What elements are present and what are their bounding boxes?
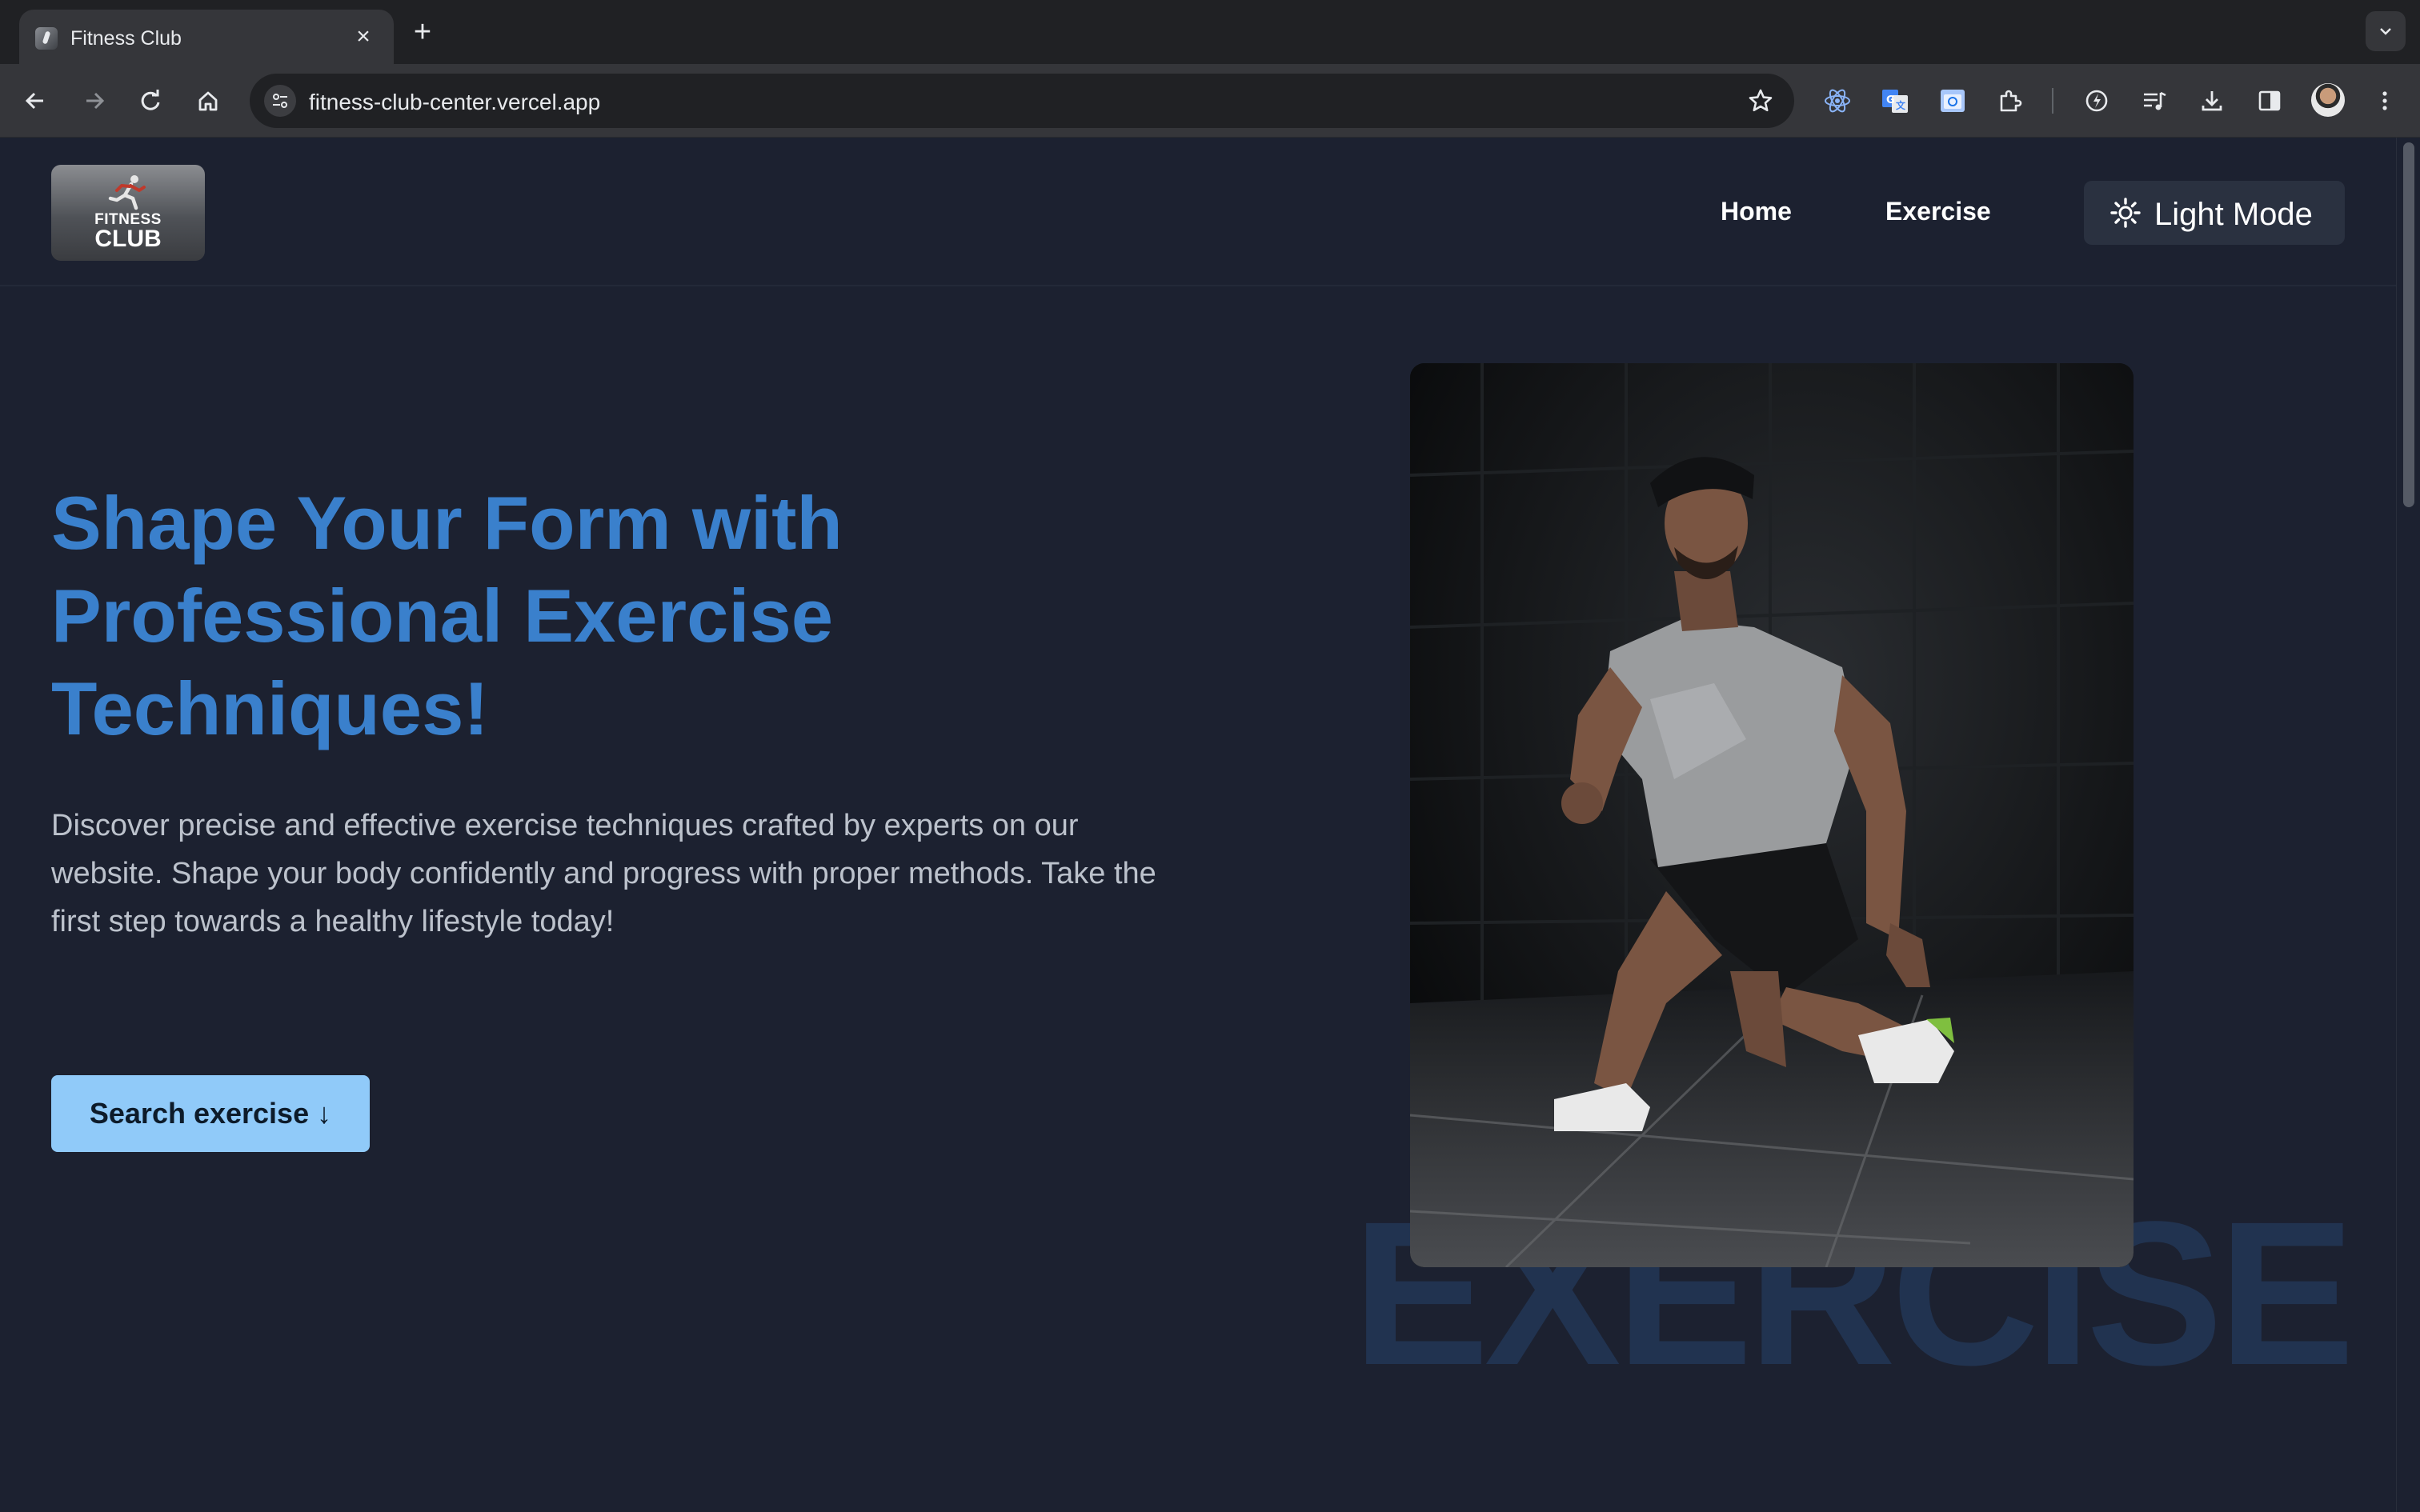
svg-text:G: G [1886,94,1895,106]
home-button[interactable] [190,83,226,118]
forward-button[interactable] [77,83,112,118]
nav-link-home[interactable]: Home [1721,197,1792,226]
react-devtools-icon [1825,89,1850,113]
runner-icon [108,175,146,210]
browser-tab-strip: Fitness Club × + [0,0,2420,64]
tab-title: Fitness Club [70,27,182,50]
screenshot-extension[interactable] [1937,85,1969,117]
reload-icon [141,90,160,110]
site-settings-icon [273,94,287,108]
browser-tab[interactable]: Fitness Club × [19,10,394,64]
logo-text-club: CLUB [94,226,162,252]
site-header: FITNESS CLUB Home Exercise Light Mode [0,138,2396,286]
browser-menu-button[interactable] [2369,85,2401,117]
bookmark-button[interactable] [1745,85,1777,117]
toolbar-separator [2052,88,2053,114]
extensions-button[interactable] [1994,85,2026,117]
nav-link-exercise[interactable]: Exercise [1885,197,1991,226]
download-icon [2202,91,2222,111]
light-mode-label: Light Mode [2154,197,2313,232]
site-settings-button[interactable] [264,85,296,117]
back-button[interactable] [18,83,53,118]
light-mode-button[interactable]: Light Mode [2084,181,2345,245]
side-panel-icon [2258,90,2281,111]
close-tab-icon[interactable]: × [347,21,379,53]
translate-extension[interactable]: G 文 [1879,85,1911,117]
page-viewport: FITNESS CLUB Home Exercise Light Mode Sh… [0,138,2396,1512]
forward-icon [86,92,105,110]
hero-image [1410,363,2134,1267]
translate-icon: G 文 [1882,90,1908,113]
home-icon [198,91,218,111]
page-scrollbar[interactable] [2396,138,2420,1512]
menu-icon [2382,91,2387,110]
screenshot-icon [1941,90,1965,112]
new-tab-button[interactable]: + [407,16,439,48]
performance-button[interactable] [2081,85,2113,117]
scrollbar-thumb[interactable] [2403,142,2414,507]
star-icon [1749,89,1773,112]
extensions-icon [2000,90,2022,112]
tab-search-button[interactable] [2366,11,2406,51]
search-exercise-button[interactable]: Search exercise ↓ [51,1075,370,1152]
react-devtools-extension[interactable] [1821,85,1853,117]
url-text[interactable]: fitness-club-center.vercel.app [309,90,600,115]
hero-description: Discover precise and effective exercise … [51,809,1156,938]
site-logo[interactable]: FITNESS CLUB [51,165,205,261]
hero-title: Shape Your Form with Professional Exerci… [51,481,843,750]
browser-toolbar: fitness-club-center.vercel.app G 文 [0,64,2420,138]
reading-list-button[interactable] [2138,85,2170,117]
svg-text:文: 文 [1896,99,1906,111]
address-bar[interactable]: fitness-club-center.vercel.app [250,74,1794,128]
sun-icon [2110,198,2141,228]
performance-icon [2085,90,2108,112]
reading-list-icon [2144,91,2166,110]
reload-button[interactable] [133,83,168,118]
chevron-down-icon [2380,28,2391,35]
side-panel-button[interactable] [2254,85,2286,117]
favicon-icon [35,27,58,50]
downloads-button[interactable] [2196,85,2228,117]
profile-avatar[interactable] [2311,83,2345,117]
back-icon [25,92,43,110]
athlete-lunge-photo [1410,363,2134,1267]
